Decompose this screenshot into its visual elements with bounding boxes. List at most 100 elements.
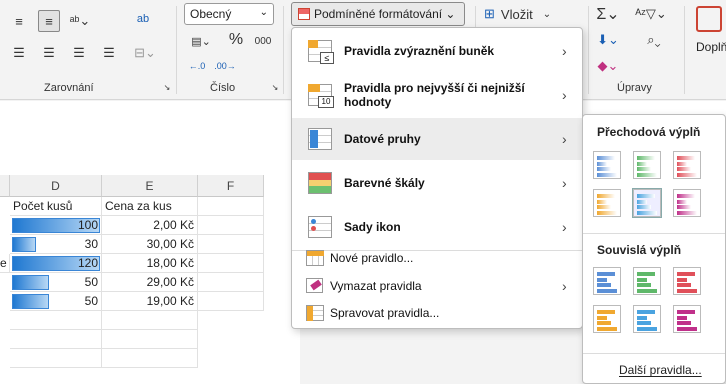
orientation-icon[interactable]: ᵃᵇ⌄ <box>66 12 94 30</box>
percent-button[interactable]: % <box>226 30 246 50</box>
table-cell[interactable]: Počet kusů <box>10 197 102 216</box>
table-cell[interactable] <box>102 311 198 330</box>
clear-icon[interactable]: ◆⌄ <box>596 56 620 76</box>
table-cell[interactable]: e <box>0 254 10 273</box>
column-header[interactable] <box>0 175 10 197</box>
table-cell[interactable]: 50 <box>10 292 102 311</box>
chevron-down-icon: ⌄ <box>259 7 268 18</box>
more-rules-link[interactable]: Další pravidla... <box>619 363 702 377</box>
chevron-right-icon: › <box>562 175 567 191</box>
separator <box>176 6 177 94</box>
menu-item-label: Barevné škály <box>344 176 425 190</box>
data-bar-preview-line <box>677 321 691 325</box>
align-left-icon[interactable]: ☰ <box>10 44 28 62</box>
align-middle-icon[interactable]: ≡ <box>38 10 60 32</box>
align-justify-icon[interactable]: ☰ <box>100 44 118 62</box>
data-bar-preview-line <box>597 161 607 166</box>
table-cell[interactable] <box>198 197 264 216</box>
thousands-separator-button[interactable]: 000 <box>252 32 274 50</box>
data-bar-preview-line <box>597 288 617 293</box>
table-cell[interactable] <box>10 330 102 349</box>
solid-data-bar-option[interactable] <box>673 267 701 295</box>
number-group-label: Číslo <box>210 82 236 94</box>
table-cell[interactable]: 19,00 Kč <box>102 292 198 311</box>
menu-item-top-bottom-rules[interactable]: 10 Pravidla pro nejvyšší či nejnižší hod… <box>292 74 582 116</box>
table-cell[interactable] <box>198 254 264 273</box>
menu-item-data-bars[interactable]: Datové pruhy › <box>292 118 582 160</box>
currency-format-icon[interactable]: ▤⌄ <box>186 32 216 50</box>
gradient-data-bar-option[interactable] <box>632 188 662 218</box>
insert-cells-button[interactable]: ⊞ Vložit ⌄ <box>484 4 554 24</box>
fill-icon[interactable]: ⬇⌄ <box>596 30 620 50</box>
table-cell[interactable]: 30,00 Kč <box>102 235 198 254</box>
column-header[interactable]: E <box>102 175 198 197</box>
table-cell[interactable]: 50 <box>10 273 102 292</box>
cell-value: 50 <box>84 275 98 289</box>
solid-data-bar-option[interactable] <box>633 267 661 295</box>
table-cell[interactable] <box>198 273 264 292</box>
table-cell[interactable] <box>10 311 102 330</box>
table-cell[interactable] <box>198 292 264 311</box>
column-header[interactable]: F <box>198 175 264 197</box>
data-bar-preview-line <box>677 194 695 198</box>
increase-decimal-icon[interactable]: ←.0 <box>186 56 208 76</box>
solid-data-bar-option[interactable] <box>673 305 701 333</box>
align-center-icon[interactable]: ☰ <box>40 44 58 62</box>
data-bar-preview-line <box>677 272 695 276</box>
new-rule-icon <box>306 250 324 266</box>
table-cell[interactable] <box>102 330 198 349</box>
align-top-icon[interactable]: ≡ <box>10 12 28 30</box>
addins-label[interactable]: Doplň <box>696 40 726 54</box>
gradient-data-bar-option[interactable] <box>593 151 621 179</box>
solid-data-bar-option[interactable] <box>593 267 621 295</box>
align-right-icon[interactable]: ☰ <box>70 44 88 62</box>
menu-item-color-scales[interactable]: Barevné škály › <box>292 162 582 204</box>
table-cell[interactable]: Cena za kus <box>102 197 198 216</box>
menu-item-manage-rules[interactable]: Spravovat pravidla... <box>292 300 582 326</box>
dialog-launcher-icon[interactable]: ↘ <box>270 82 280 92</box>
data-bar-preview-line <box>637 194 655 198</box>
menu-item-clear-rules[interactable]: Vymazat pravidla › <box>292 273 582 299</box>
data-bar-preview-line <box>677 167 691 171</box>
gradient-data-bar-option[interactable] <box>673 151 701 179</box>
table-cell[interactable] <box>10 349 102 368</box>
find-select-icon[interactable]: ⌕⌄ <box>640 30 668 50</box>
dialog-launcher-icon[interactable]: ↘ <box>162 82 172 92</box>
addins-icon[interactable] <box>696 6 722 32</box>
table-cell[interactable] <box>102 349 198 368</box>
menu-item-icon-sets[interactable]: Sady ikon › <box>292 206 582 248</box>
conditional-formatting-button[interactable]: Podmíněné formátování ⌄ <box>291 2 465 26</box>
data-bar-preview-line <box>637 172 657 177</box>
table-cell[interactable]: 2,00 Kč <box>102 216 198 235</box>
data-bar-preview-line <box>637 210 657 215</box>
column-header[interactable]: D <box>10 175 102 197</box>
data-bar-preview-line <box>597 199 607 204</box>
table-cell[interactable] <box>198 216 264 235</box>
solid-data-bar-option[interactable] <box>593 305 621 333</box>
table-cell[interactable]: 30 <box>10 235 102 254</box>
data-bar-preview-line <box>597 272 615 276</box>
table-cell[interactable] <box>198 235 264 254</box>
table-cell[interactable]: 120 <box>10 254 102 273</box>
menu-item-new-rule[interactable]: Nové pravidlo... <box>292 245 582 271</box>
table-cell[interactable]: 18,00 Kč <box>102 254 198 273</box>
menu-item-label: Pravidla pro nejvyšší či nejnižší hodnot… <box>344 81 525 109</box>
table-cell[interactable]: 100 <box>10 216 102 235</box>
sort-filter-icon[interactable]: ᴬᶻ▽⌄ <box>635 4 666 24</box>
chevron-right-icon: › <box>562 131 567 147</box>
data-bar-preview-line <box>637 167 651 171</box>
menu-item-highlight-rules[interactable]: ≤ Pravidla zvýraznění buněk › <box>292 30 582 72</box>
wrap-text-icon[interactable]: ab <box>132 8 154 30</box>
autosum-icon[interactable]: Σ⌄ <box>596 4 620 24</box>
table-cell[interactable]: 29,00 Kč <box>102 273 198 292</box>
menu-item-label: Datové pruhy <box>344 132 421 146</box>
conditional-formatting-label: Podmíněné formátování <box>314 7 443 21</box>
gradient-data-bar-option[interactable] <box>633 151 661 179</box>
number-format-select[interactable]: Obecný ⌄ <box>184 3 274 25</box>
menu-item-label: Pravidla zvýraznění buněk <box>344 44 495 58</box>
merge-cells-icon[interactable]: ⊟⌄ <box>130 44 160 62</box>
gradient-data-bar-option[interactable] <box>673 189 701 217</box>
decrease-decimal-icon[interactable]: .00→ <box>214 56 236 76</box>
solid-data-bar-option[interactable] <box>633 305 661 333</box>
gradient-data-bar-option[interactable] <box>593 189 621 217</box>
